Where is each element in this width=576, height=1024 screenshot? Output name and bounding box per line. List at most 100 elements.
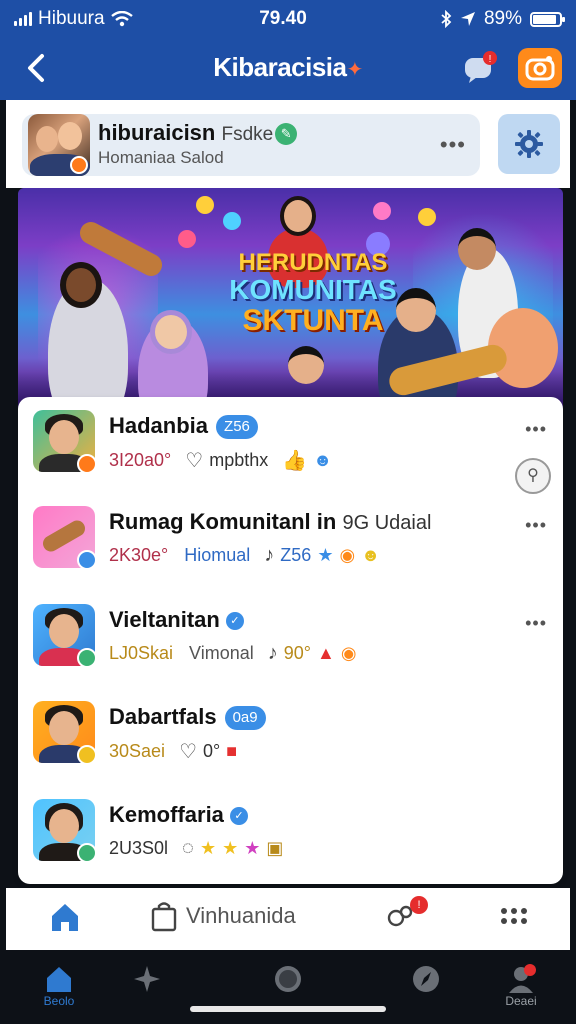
illustration-coin	[418, 208, 436, 226]
illustration-coin	[196, 196, 214, 214]
fire-icon: ▲	[317, 643, 335, 663]
badge-icon: ▣	[266, 838, 284, 858]
chat-button[interactable]: !	[462, 50, 498, 86]
compose-button[interactable]: ⚲	[515, 458, 551, 494]
community-name: Dabartfals 0a9	[109, 704, 266, 731]
tab-profile-label: Deaei	[505, 994, 537, 1008]
list-item[interactable]: Dabartfals 0a9 30Saei ♡ 0° ■	[18, 688, 563, 784]
list-item[interactable]: Rumag Komunitanl in 9G Udaial 2K30e° Hio…	[18, 493, 563, 589]
community-banner[interactable]: HERUDNTAS KOMUNITAS SKTUNTA	[18, 188, 563, 418]
banner-title-line1: HERUDNTAS	[238, 249, 388, 276]
clock: 79.40	[259, 8, 307, 29]
community-name: Kemoffaria ✓	[109, 802, 248, 828]
chat-bubble-icon: !	[465, 51, 497, 83]
record-icon	[275, 966, 301, 992]
heart-icon[interactable]: ♡	[185, 448, 203, 473]
list-item[interactable]: Kemoffaria ✓ 2U3S0l ◌ ★ ★ ★ ▣	[18, 786, 563, 882]
community-meta: 3I20a0° ♡ mpbthx 👍 ☻	[109, 448, 332, 473]
grid-dots-icon	[501, 908, 527, 924]
community-label: Vimonal	[189, 643, 254, 663]
home-icon	[52, 904, 78, 931]
star-icon: ★	[244, 838, 261, 858]
emoji-icon: ☻	[313, 450, 333, 470]
member-count: 30Saei	[109, 741, 166, 761]
shop-label: Vinhuanida	[186, 903, 296, 928]
community-list: Hadanbia Z56 3I20a0° ♡ mpbthx 👍 ☻ ••• ⚲ R…	[18, 397, 563, 884]
group-tag: Fsdke	[221, 124, 274, 145]
status-badge-icon	[77, 843, 97, 863]
banner-title-line3: SKTUNTA	[242, 303, 384, 337]
settings-button[interactable]	[498, 114, 560, 174]
camera-icon	[525, 56, 555, 81]
member-count: LJ0Skai	[109, 643, 174, 663]
spark-icon: ✦	[346, 59, 363, 81]
tab-profile[interactable]: Deaei	[486, 964, 556, 1008]
home-indicator[interactable]	[190, 1006, 386, 1012]
community-label: Hiomual	[184, 545, 251, 565]
rating-value: 0°	[203, 741, 221, 761]
more-options-icon[interactable]: •••	[525, 419, 547, 440]
illustration-head	[150, 310, 192, 354]
battery-icon	[530, 11, 565, 27]
illustration-head	[288, 346, 324, 384]
heart-icon[interactable]: ♡	[179, 739, 197, 764]
shopping-bag-icon	[151, 902, 177, 932]
compass-icon	[413, 966, 439, 992]
music-note-icon[interactable]: ♪	[264, 544, 274, 567]
group-name: hiburaicisn Fsdke ✎	[98, 120, 298, 146]
list-item[interactable]: Vieltanitan ✓ LJ0Skai Vimonal ♪ 90° ▲ ◉ •…	[18, 591, 563, 687]
thumbs-up-icon[interactable]: 👍	[282, 448, 307, 473]
illustration-head	[60, 262, 102, 308]
community-meta: 2U3S0l ◌ ★ ★ ★ ▣	[109, 837, 283, 860]
tab-home-label: Beolo	[43, 994, 75, 1008]
notification-badge-icon: !	[410, 896, 428, 914]
status-badge-icon	[77, 550, 97, 570]
verified-icon: ✓	[225, 612, 244, 631]
community-meta: 2K30e° Hiomual ♪ Z56 ★ ◉ ☻	[109, 544, 380, 567]
illustration-head	[280, 196, 316, 236]
sparkle-icon	[134, 966, 160, 992]
more-options-icon[interactable]: •••	[440, 132, 466, 158]
chat-icon[interactable]: ◌	[182, 837, 194, 860]
like-label: mpbthx	[209, 450, 269, 470]
profile-icon	[509, 964, 536, 993]
action-bar: Vinhuanida !	[6, 888, 570, 950]
group-card[interactable]: hiburaicisn Fsdke ✎ Homaniaa Salod •••	[22, 114, 480, 176]
music-note-icon[interactable]: ♪	[268, 642, 278, 665]
more-menu-button[interactable]	[500, 906, 528, 926]
status-badge-icon	[77, 454, 97, 474]
tab-home[interactable]: Beolo	[24, 964, 94, 1008]
tab-explore[interactable]	[112, 964, 182, 994]
coin-icon: ◉	[340, 643, 357, 663]
star-icon: ★	[222, 838, 239, 858]
more-options-icon[interactable]: •••	[525, 613, 547, 634]
bottom-tab-bar: Beolo Deaei	[0, 950, 576, 1024]
signal-icon	[14, 12, 32, 26]
community-name: Rumag Komunitanl in 9G Udaial	[109, 509, 432, 534]
battery-percent: 89%	[483, 8, 522, 29]
illustration-coin	[178, 230, 196, 248]
svg-text:!: !	[489, 54, 492, 65]
top-nav-bar: Kibaracisia✦ !	[0, 38, 576, 100]
list-item[interactable]: Hadanbia Z56 3I20a0° ♡ mpbthx 👍 ☻ ••• ⚲	[18, 397, 563, 494]
home-button[interactable]	[48, 900, 82, 934]
verified-icon: ✓	[229, 807, 248, 826]
member-pill: Z56	[216, 415, 258, 440]
shop-button[interactable]: Vinhuanida	[150, 900, 296, 932]
tab-discover[interactable]	[391, 964, 461, 994]
member-count: 2K30e°	[109, 545, 169, 565]
home-icon	[47, 967, 71, 992]
group-badge-icon	[70, 156, 88, 174]
star-icon: ★	[199, 838, 217, 858]
illustration-coin	[223, 212, 241, 230]
more-options-icon[interactable]: •••	[525, 515, 547, 536]
notifications-button[interactable]: !	[384, 896, 428, 932]
member-count: 2U3S0l	[109, 838, 169, 858]
camera-button[interactable]	[518, 48, 562, 88]
gift-icon: ■	[226, 741, 238, 761]
community-name: Hadanbia Z56	[109, 413, 258, 440]
edit-check-icon: ✎	[275, 123, 298, 146]
tab-create[interactable]	[253, 964, 323, 994]
status-badge-icon	[77, 745, 97, 765]
banner-title: HERUDNTAS KOMUNITAS SKTUNTA	[208, 250, 418, 336]
